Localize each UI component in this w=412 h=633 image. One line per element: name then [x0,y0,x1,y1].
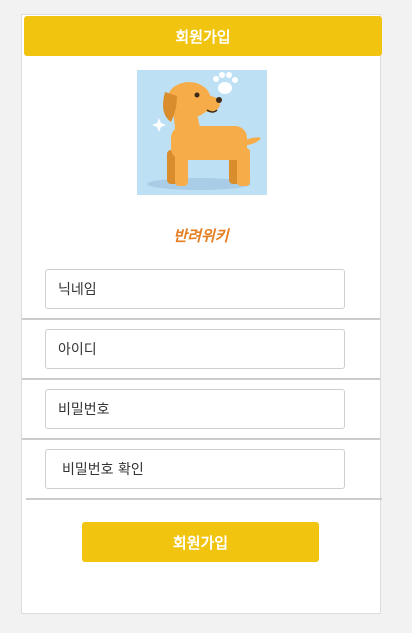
divider [26,498,382,500]
divider [22,318,380,320]
signup-button[interactable]: 회원가입 [82,522,319,562]
password-confirm-field[interactable]: 비밀번호 확인 [45,449,345,489]
divider [22,378,380,380]
nickname-field[interactable]: 닉네임 [45,269,345,309]
brand-name: 반려위키 [173,227,229,245]
id-field[interactable]: 아이디 [45,329,345,369]
page-title: 회원가입 [24,16,382,56]
divider [22,438,380,440]
password-field[interactable]: 비밀번호 [45,389,345,429]
dog-illustration [137,70,267,195]
signup-card: 회원가입 반려위키 닉네임 아이디 비밀번호 비밀번호 확인 회원가입 [21,14,382,614]
